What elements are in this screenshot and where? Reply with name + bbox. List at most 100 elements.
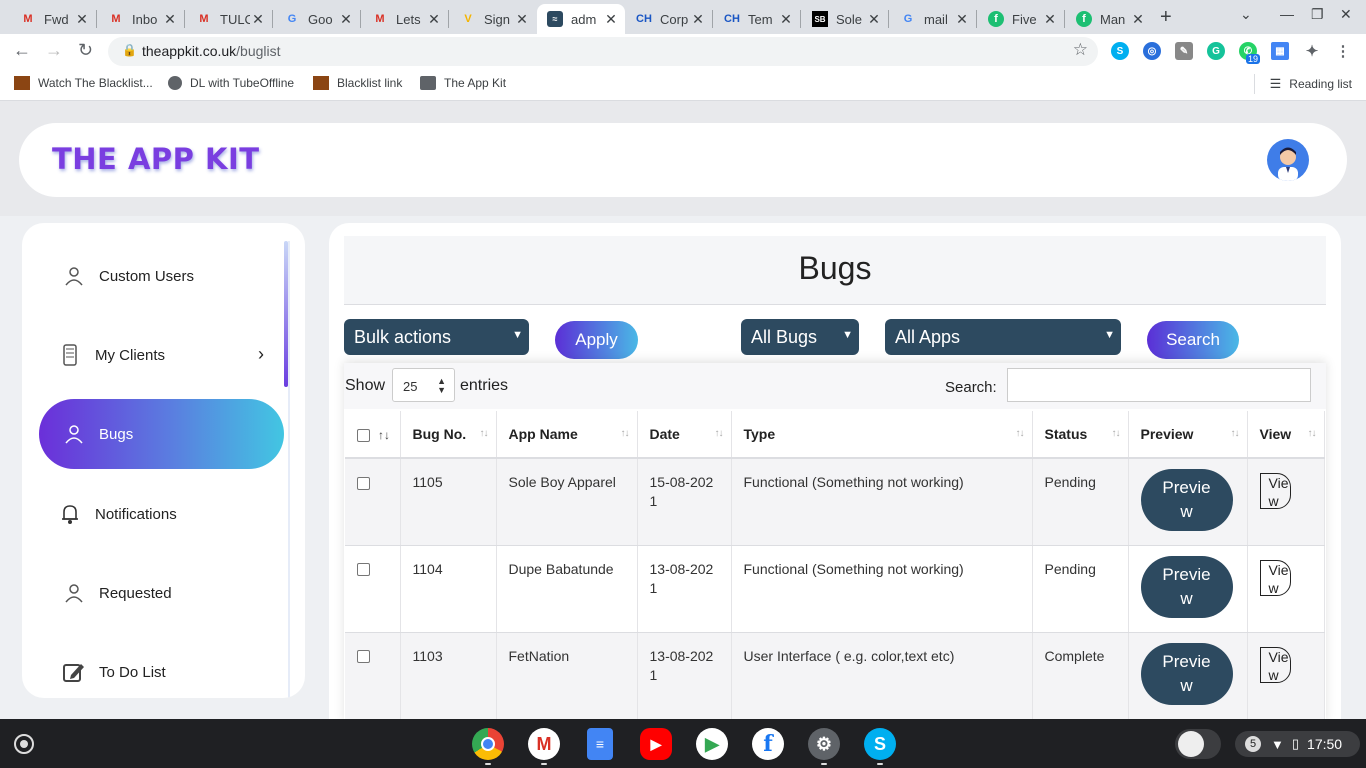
- sidebar-item-notifications[interactable]: Notifications: [39, 479, 284, 549]
- new-tab-icon[interactable]: +: [1160, 6, 1172, 29]
- extension-icon[interactable]: ◎: [1143, 42, 1161, 60]
- close-tab-icon[interactable]: ✕: [162, 11, 178, 28]
- row-checkbox[interactable]: [357, 563, 370, 577]
- holding-space-icon[interactable]: [1175, 729, 1221, 759]
- sidebar-scrollbar[interactable]: [284, 241, 288, 387]
- site-logo[interactable]: THE APP KIT: [52, 142, 260, 176]
- browser-tab[interactable]: M Inbo ✕: [98, 4, 184, 34]
- close-tab-icon[interactable]: ✕: [778, 11, 794, 28]
- apps-filter-select[interactable]: All Apps ▼: [885, 319, 1121, 355]
- close-tab-icon[interactable]: ✕: [866, 11, 882, 28]
- browser-tab[interactable]: Gmail ✕: [890, 4, 976, 34]
- close-tab-icon[interactable]: ✕: [426, 11, 442, 28]
- search-button[interactable]: Search: [1147, 321, 1239, 359]
- column-header[interactable]: Preview ↑↓: [1128, 411, 1248, 459]
- row-checkbox[interactable]: [357, 650, 370, 664]
- browser-tab[interactable]: V Sign ✕: [450, 4, 536, 34]
- view-button[interactable]: View: [1259, 559, 1291, 596]
- column-header[interactable]: View ↑↓: [1247, 411, 1325, 459]
- column-header[interactable]: Status ↑↓: [1032, 411, 1129, 459]
- fiverr-icon: f: [988, 11, 1004, 27]
- column-header[interactable]: App Name ↑↓: [496, 411, 638, 459]
- forward-icon[interactable]: →: [45, 40, 63, 61]
- select-all-checkbox[interactable]: [357, 428, 370, 442]
- sidebar-item-bugs[interactable]: Bugs: [39, 399, 284, 469]
- browser-tab[interactable]: f Man ✕: [1066, 4, 1152, 34]
- preview-button[interactable]: Preview: [1140, 469, 1233, 531]
- close-tab-icon[interactable]: ✕: [603, 11, 619, 28]
- tab-search-icon[interactable]: ⌄: [1240, 6, 1252, 23]
- close-tab-icon[interactable]: ✕: [338, 11, 354, 28]
- column-header[interactable]: Type ↑↓: [731, 411, 1033, 459]
- avatar[interactable]: [1267, 139, 1309, 181]
- sidebar-item-to-do-list[interactable]: To Do List: [39, 637, 284, 698]
- page-size-select[interactable]: 25 ▲ ▼: [392, 368, 455, 402]
- reading-list[interactable]: ☰ Reading list: [1270, 76, 1352, 92]
- youtube-icon[interactable]: ▶: [640, 728, 672, 760]
- sidebar-item-my-clients[interactable]: My Clients ›: [39, 320, 284, 390]
- bugs-filter-select[interactable]: All Bugs ▼: [741, 319, 859, 355]
- restore-icon[interactable]: ❐: [1311, 6, 1324, 23]
- chrome-icon[interactable]: [472, 728, 504, 760]
- view-button[interactable]: View: [1259, 646, 1291, 683]
- table-search-input[interactable]: [1007, 368, 1311, 402]
- bookmark-item[interactable]: DL with TubeOffline: [168, 76, 294, 90]
- reload-icon[interactable]: ↻: [78, 40, 93, 61]
- puzzle-extensions-icon[interactable]: ✦: [1303, 42, 1321, 60]
- menu-kebab-icon[interactable]: ⋮: [1334, 42, 1352, 60]
- browser-tab[interactable]: M TULC ✕: [186, 4, 272, 34]
- sort-icon[interactable]: ↑↓: [378, 428, 390, 442]
- extension-icon[interactable]: ✎: [1175, 42, 1193, 60]
- browser-tab[interactable]: M Lets ✕: [362, 4, 448, 34]
- play-store-icon[interactable]: ▶: [696, 728, 728, 760]
- chevron-right-icon[interactable]: ›: [258, 344, 264, 365]
- view-button[interactable]: View: [1259, 473, 1291, 509]
- close-tab-icon[interactable]: ✕: [690, 11, 706, 28]
- close-tab-icon[interactable]: ✕: [74, 11, 90, 28]
- status-text: Pending: [1032, 545, 1129, 633]
- launcher-icon[interactable]: [14, 734, 34, 754]
- address-bar[interactable]: 🔒 theappkit.co.uk/buglist ☆: [108, 37, 1098, 66]
- close-tab-icon[interactable]: ✕: [1130, 11, 1146, 28]
- column-header[interactable]: Date ↑↓: [637, 411, 732, 459]
- grid-apps-icon[interactable]: ▦: [1271, 42, 1289, 60]
- close-tab-icon[interactable]: ✕: [514, 11, 530, 28]
- close-window-icon[interactable]: ✕: [1340, 6, 1352, 23]
- status-tray[interactable]: 5 ▼ ▯ 17:50: [1235, 731, 1360, 757]
- grammarly-icon[interactable]: G: [1207, 42, 1225, 60]
- close-tab-icon[interactable]: ✕: [250, 11, 266, 28]
- settings-icon[interactable]: ⚙: [808, 728, 840, 760]
- sidebar-item-requested[interactable]: Requested: [39, 558, 284, 628]
- browser-tab[interactable]: G Goo ✕: [274, 4, 360, 34]
- skype-icon[interactable]: S: [864, 728, 896, 760]
- skype-extension-icon[interactable]: S: [1111, 42, 1129, 60]
- browser-tab[interactable]: SB Sole ✕: [802, 4, 888, 34]
- sidebar-item-custom-users[interactable]: Custom Users: [39, 241, 284, 311]
- preview-button[interactable]: Preview: [1140, 555, 1233, 618]
- bookmark-star-icon[interactable]: ☆: [1073, 40, 1088, 60]
- column-header[interactable]: Bug No. ↑↓: [400, 411, 497, 459]
- preview-button[interactable]: Preview: [1140, 642, 1233, 705]
- chevron-down-icon: ▼: [842, 329, 853, 341]
- close-tab-icon[interactable]: ✕: [1042, 11, 1058, 28]
- back-icon[interactable]: ←: [13, 40, 31, 61]
- url-text: theappkit.co.uk/buglist: [142, 43, 281, 59]
- minimize-icon[interactable]: —: [1280, 6, 1294, 22]
- bookmark-item[interactable]: Watch The Blacklist...: [14, 76, 153, 90]
- close-tab-icon[interactable]: ✕: [954, 11, 970, 28]
- sidebar-scroll-track[interactable]: [288, 241, 290, 698]
- browser-tab-active[interactable]: ≈ adm ✕: [537, 4, 625, 34]
- apply-button[interactable]: Apply: [555, 321, 638, 359]
- browser-tab[interactable]: M Fwd ✕: [10, 4, 96, 34]
- docs-icon[interactable]: ≡: [587, 728, 613, 760]
- sort-icon: ↑↓: [479, 428, 489, 439]
- gmail-icon[interactable]: M: [528, 728, 560, 760]
- bookmark-item[interactable]: Blacklist link: [313, 76, 402, 90]
- bookmark-folder[interactable]: The App Kit: [420, 76, 506, 90]
- browser-tab[interactable]: CH Tem ✕: [714, 4, 800, 34]
- browser-tab[interactable]: CH Corp ✕: [626, 4, 712, 34]
- facebook-icon[interactable]: f: [752, 728, 784, 760]
- row-checkbox[interactable]: [357, 476, 370, 490]
- browser-tab[interactable]: f Five ✕: [978, 4, 1064, 34]
- bulk-actions-select[interactable]: Bulk actions ▼: [344, 319, 529, 355]
